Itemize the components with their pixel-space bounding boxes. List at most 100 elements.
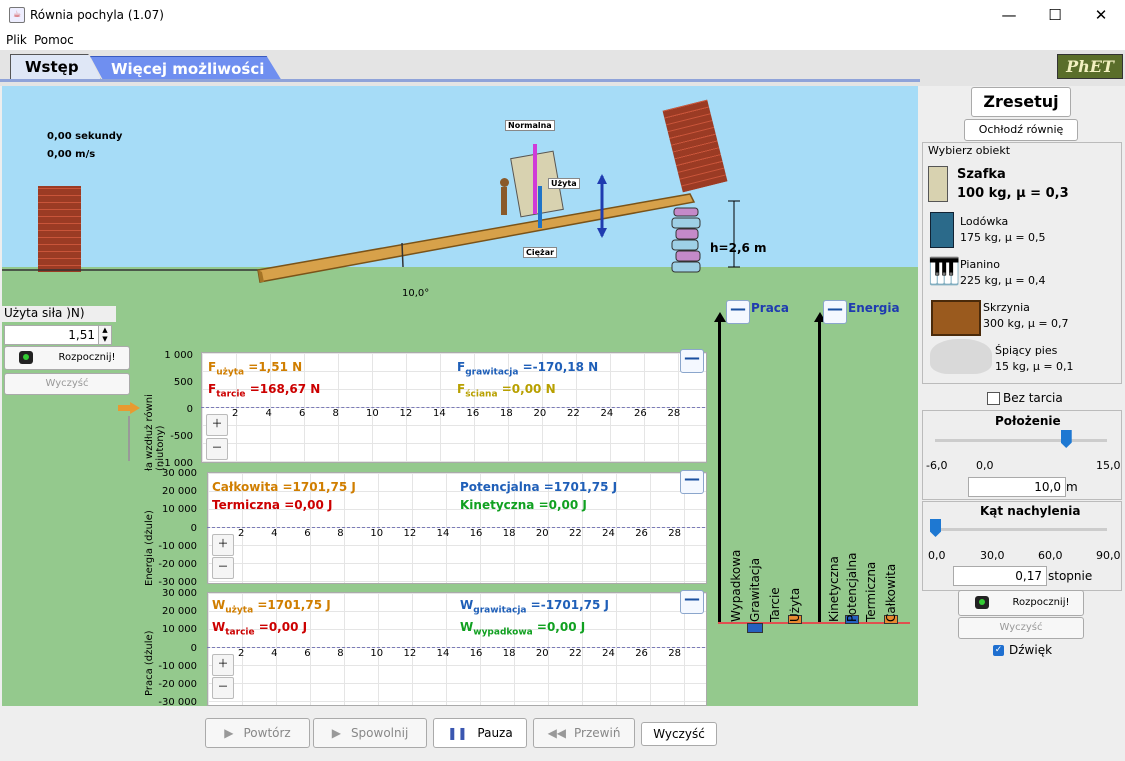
energy-x-tick: 18 xyxy=(502,528,516,539)
tab-more-features[interactable]: Więcej możliwości xyxy=(90,56,282,81)
simulation-canvas: 0,00 sekundy 0,00 m/s Normalna Użyta Cię… xyxy=(2,86,918,706)
work-applied-readout: Wużyta =1701,75 J xyxy=(212,598,331,616)
height-label: h=2,6 m xyxy=(710,241,767,255)
force-x-tick: 4 xyxy=(265,408,272,419)
force-y-tick: -500 xyxy=(170,431,193,442)
arrow-up-icon xyxy=(714,312,726,322)
phet-logo[interactable]: PhET xyxy=(1057,54,1123,79)
zoom-in-icon[interactable]: ＋ xyxy=(212,654,234,676)
crate-icon[interactable] xyxy=(931,300,981,336)
slow-motion-button[interactable]: ▶ Spowolnij xyxy=(313,718,427,748)
replay-button[interactable]: ▶ Powtórz xyxy=(205,718,310,748)
force-slider-track[interactable] xyxy=(128,416,130,461)
pause-icon: ❚❚ xyxy=(447,726,468,740)
position-input[interactable]: 10,0 xyxy=(968,477,1066,497)
angle-slider-track[interactable] xyxy=(935,528,1107,531)
work-gravity-readout: Wgrawitacja =-1701,75 J xyxy=(460,598,610,616)
zoom-in-icon[interactable]: ＋ xyxy=(212,534,234,556)
cool-ramp-button[interactable]: Ochłodź równię xyxy=(964,119,1078,141)
force-x-tick: 20 xyxy=(533,408,547,419)
work-x-tick: 18 xyxy=(502,648,516,659)
energy-y-tick: 0 xyxy=(190,522,197,534)
work-minimize-button[interactable]: — xyxy=(680,590,704,614)
energy-x-tick: 2 xyxy=(238,528,245,539)
work-bar-label: Wypadkowa xyxy=(729,549,743,622)
force-y-tick: 1 000 xyxy=(164,350,193,361)
work-zero-line xyxy=(207,647,705,648)
work-x-tick: 20 xyxy=(535,648,549,659)
energy-minimize-button[interactable]: — xyxy=(680,470,704,494)
force-x-tick: 12 xyxy=(399,408,413,419)
zoom-in-icon[interactable]: ＋ xyxy=(206,414,228,436)
no-friction-checkbox[interactable] xyxy=(987,392,1000,405)
object-piano-name[interactable]: Pianino xyxy=(960,258,1000,271)
fridge-icon[interactable] xyxy=(930,212,954,248)
angle-input[interactable]: 0,17 xyxy=(953,566,1047,586)
position-max: 15,0 xyxy=(1096,459,1121,472)
work-x-tick: 6 xyxy=(304,648,311,659)
force-zero-line xyxy=(201,407,705,408)
weight-vector xyxy=(538,186,542,228)
energy-potential-readout: Potencjalna =1701,75 J xyxy=(460,480,618,494)
energy-y-tick: -10 000 xyxy=(158,540,197,552)
cabinet-icon[interactable] xyxy=(928,166,948,202)
work-bars-title: Praca xyxy=(751,301,790,315)
zoom-out-icon[interactable]: － xyxy=(212,677,234,699)
applied-clear-button[interactable]: Wyczyść xyxy=(4,373,130,395)
reset-button[interactable]: Zresetuj xyxy=(971,87,1071,117)
zoom-out-icon[interactable]: － xyxy=(212,557,234,579)
energy-x-tick: 28 xyxy=(668,528,682,539)
start-button[interactable]: Rozpocznij! xyxy=(958,590,1084,616)
applied-force-spinner[interactable]: ▲ ▼ xyxy=(98,325,112,345)
work-bars-minimize-button[interactable]: — xyxy=(726,300,750,324)
minimize-button[interactable]: — xyxy=(986,0,1032,30)
object-cabinet-name[interactable]: Szafka xyxy=(957,167,1006,182)
person-figure[interactable] xyxy=(496,178,512,220)
force-gravity-readout: Fgrawitacja =-170,18 N xyxy=(457,360,599,378)
energy-y-tick: -20 000 xyxy=(158,559,197,570)
menu-help[interactable]: Pomoc xyxy=(34,33,74,47)
sleeping-dog-icon[interactable] xyxy=(930,339,992,374)
normal-label: Normalna xyxy=(505,120,555,131)
object-dog-name[interactable]: Śpiący pies xyxy=(995,344,1057,357)
ramp[interactable] xyxy=(257,193,696,283)
zoom-out-icon[interactable]: － xyxy=(206,438,228,460)
angle-tick-90: 90,0 xyxy=(1096,549,1121,562)
ramp-stand xyxy=(671,207,701,273)
force-minimize-button[interactable]: — xyxy=(680,349,704,373)
applied-force-input[interactable]: 1,51 xyxy=(4,325,100,345)
play-icon: ▶ xyxy=(224,726,234,740)
object-fridge-name[interactable]: Lodówka xyxy=(960,215,1008,228)
playback-clear-button[interactable]: Wyczyść xyxy=(641,722,717,746)
rewind-icon: ◀◀ xyxy=(547,726,567,740)
piano-icon[interactable]: 🎹 xyxy=(928,256,960,288)
force-x-tick: 16 xyxy=(466,408,480,419)
clear-button[interactable]: Wyczyść xyxy=(958,617,1084,639)
tab-intro[interactable]: Wstęp xyxy=(10,54,101,80)
rewind-button[interactable]: ◀◀ Przewiń xyxy=(533,718,635,748)
energy-x-tick: 16 xyxy=(469,528,483,539)
object-cabinet-props[interactable]: 100 kg, μ = 0,3 xyxy=(957,186,1069,201)
pause-button[interactable]: ❚❚ Pauza xyxy=(433,718,527,748)
no-friction-label: Bez tarcia xyxy=(1003,391,1063,405)
object-crate-name[interactable]: Skrzynia xyxy=(983,301,1030,314)
energy-x-tick: 6 xyxy=(304,528,311,539)
energy-bar-label: Całkowita xyxy=(884,563,898,622)
position-slider-track[interactable] xyxy=(935,439,1107,442)
applied-start-button[interactable]: Rozpocznij! xyxy=(4,346,130,370)
normal-vector xyxy=(533,144,537,214)
object-piano-props[interactable]: 225 kg, μ = 0,4 xyxy=(960,274,1046,287)
energy-thermal-readout: Termiczna =0,00 J xyxy=(212,498,333,512)
energy-bars-minimize-button[interactable]: — xyxy=(823,300,847,324)
object-fridge-props[interactable]: 175 kg, μ = 0,5 xyxy=(960,231,1046,244)
object-dog-props[interactable]: 15 kg, μ = 0,1 xyxy=(995,360,1074,373)
menu-file[interactable]: Plik xyxy=(6,33,27,47)
work-y-tick: -20 000 xyxy=(158,679,197,690)
work-x-tick: 24 xyxy=(602,648,615,659)
energy-y-tick: 30 000 xyxy=(162,468,197,479)
sound-checkbox[interactable]: ✓ xyxy=(993,645,1004,656)
close-button[interactable]: ✕ xyxy=(1078,0,1124,30)
energy-y-tick: 20 000 xyxy=(162,486,197,498)
maximize-button[interactable]: ☐ xyxy=(1032,0,1078,30)
object-crate-props[interactable]: 300 kg, μ = 0,7 xyxy=(983,317,1069,330)
